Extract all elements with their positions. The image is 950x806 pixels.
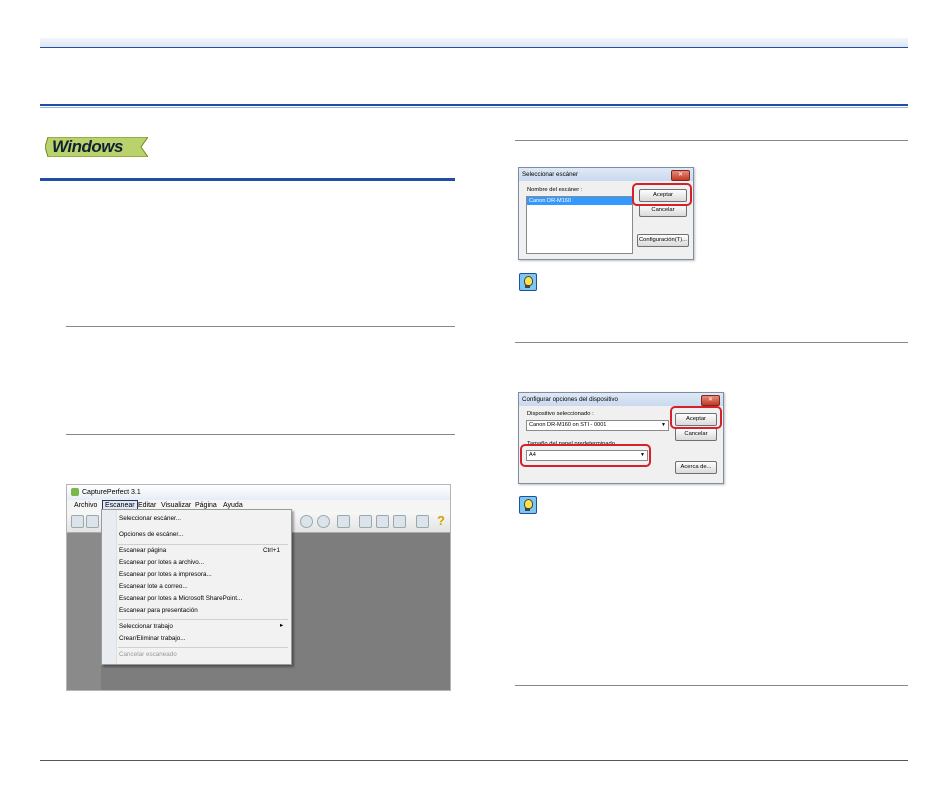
device-value: Canon DR-M160 on STI - 0001 [529, 422, 607, 428]
bulb-base [525, 508, 530, 511]
step-rule [515, 140, 908, 141]
prev-page-icon[interactable] [376, 515, 389, 528]
acerca-de-button[interactable]: Acerca de... [675, 461, 717, 474]
step-rule [515, 342, 908, 343]
dialog-title: Configurar opciones del dispositivo [522, 396, 618, 403]
scan-icon[interactable] [71, 515, 84, 528]
item-presentacion[interactable]: Escanear para presentación [119, 607, 198, 614]
step-rule [66, 326, 455, 327]
header-rule-light [40, 107, 908, 108]
chevron-down-icon: ▼ [661, 422, 666, 428]
windows-badge-label: Windows [52, 137, 123, 156]
hint-icon [519, 496, 537, 514]
device-select[interactable]: Canon DR-M160 on STI - 0001 ▼ [526, 420, 669, 431]
section-rule [40, 178, 455, 181]
item-seleccionar-trabajo[interactable]: Seleccionar trabajo [119, 623, 173, 630]
item-seleccionar-escaner[interactable]: Seleccionar escáner... [119, 515, 181, 522]
dialog-title: Seleccionar escáner [522, 171, 579, 178]
item-escanear-pagina[interactable]: Escanear página [119, 547, 166, 554]
highlight-aceptar [632, 183, 692, 206]
dropdown-gutter [102, 510, 117, 664]
cancelar-button[interactable]: Cancelar [675, 428, 717, 441]
step-rule [515, 685, 908, 686]
item-lotes-archivo[interactable]: Escanear por lotes a archivo... [119, 559, 204, 566]
dropdown-separator [118, 619, 288, 620]
select-scanner-dialog: Seleccionar escáner ✕ Nombre del escáner… [518, 167, 694, 260]
menu-archivo[interactable]: Archivo [74, 500, 97, 512]
hint-icon [519, 273, 537, 291]
first-page-icon[interactable] [359, 515, 372, 528]
footer-rule [40, 760, 908, 761]
app-titlebar: CapturePerfect 3.1 [67, 485, 450, 500]
close-icon[interactable]: ✕ [701, 395, 720, 406]
dropdown-separator [118, 647, 288, 648]
device-label: Dispositivo seleccionado : [527, 411, 594, 417]
zoom-in-icon[interactable] [300, 515, 313, 528]
document-icon[interactable] [86, 515, 99, 528]
highlight-aceptar [670, 406, 722, 429]
configuracion-button[interactable]: Configuración(T)... [637, 234, 689, 247]
next-page-icon[interactable] [393, 515, 406, 528]
header-rule [40, 104, 908, 106]
scanner-list[interactable]: Canon DR-M160 [526, 196, 633, 254]
item-opciones-escaner[interactable]: Opciones de escáner... [119, 531, 183, 538]
last-page-icon[interactable] [416, 515, 429, 528]
bulb-base [525, 285, 530, 288]
help-icon[interactable]: ? [437, 513, 445, 528]
dialog-titlebar: Seleccionar escáner ✕ [519, 168, 693, 181]
item-lotes-impresora[interactable]: Escanear por lotes a impresora... [119, 571, 212, 578]
item-lote-correo[interactable]: Escanear lote a correo... [119, 583, 188, 590]
item-lotes-sharepoint[interactable]: Escanear por lotes a Microsoft SharePoin… [119, 595, 242, 602]
thumbnail-panel [67, 533, 101, 690]
dropdown-separator [118, 544, 288, 545]
close-icon[interactable]: ✕ [671, 170, 690, 181]
scanner-name-label: Nombre del escáner : [527, 187, 583, 193]
dialog-titlebar: Configurar opciones del dispositivo ✕ [519, 393, 723, 406]
scanner-list-item[interactable]: Canon DR-M160 [527, 197, 632, 205]
item-cancelar-escaneado: Cancelar escaneado [119, 651, 177, 658]
zoom-out-icon[interactable] [317, 515, 330, 528]
highlight-paper-size [520, 444, 651, 467]
escanear-dropdown: Seleccionar escáner... Opciones de escán… [101, 509, 292, 665]
shortcut-ctrl1: Ctrl+1 [263, 547, 280, 554]
app-title: CapturePerfect 3.1 [82, 489, 141, 496]
fit-icon[interactable] [337, 515, 350, 528]
app-logo-icon [71, 488, 79, 496]
step-rule [66, 434, 455, 435]
header-band [40, 38, 908, 48]
captureperfect-window: CapturePerfect 3.1 Archivo Escanear Edit… [66, 484, 451, 691]
submenu-arrow-icon: ▸ [280, 622, 284, 629]
item-crear-eliminar-trabajo[interactable]: Crear/Eliminar trabajo... [119, 635, 186, 642]
